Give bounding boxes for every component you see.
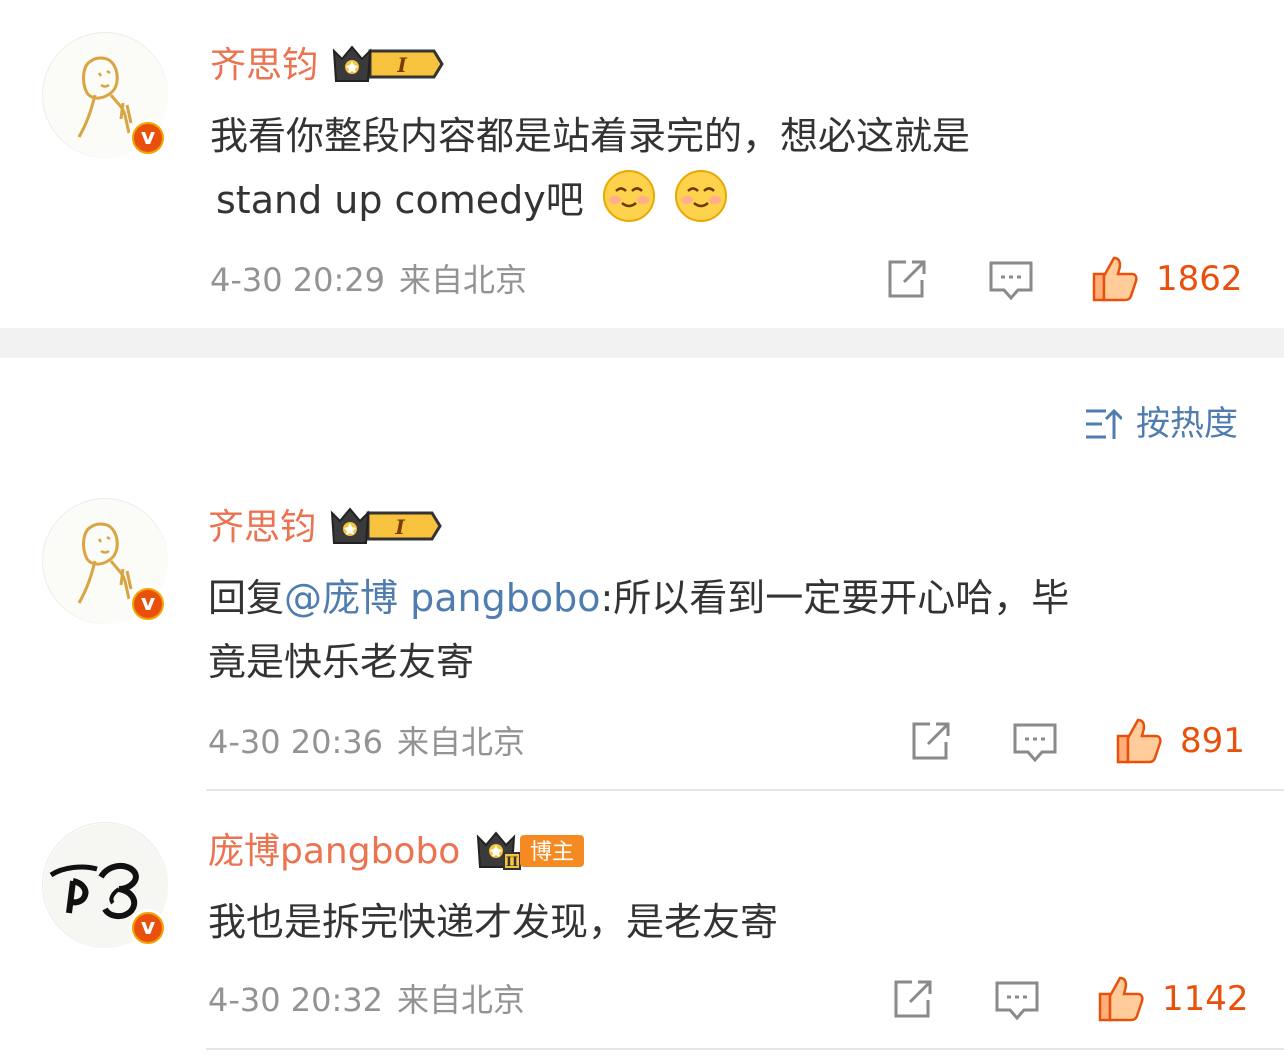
like-count: 1142: [1162, 979, 1249, 1019]
reply-prefix: 回复: [208, 576, 285, 620]
username[interactable]: 齐思钧: [210, 40, 318, 92]
share-icon: [888, 260, 926, 298]
thumbs-up-icon: [1116, 718, 1162, 764]
comment-icon: [1013, 723, 1057, 763]
mention-link[interactable]: @庞博 pangbobo: [284, 576, 600, 620]
verified-badge-icon: v: [129, 909, 167, 947]
user-avatar[interactable]: v: [42, 32, 168, 158]
comment-button[interactable]: [1012, 720, 1058, 764]
comment-text-line: 我看你整段内容都是站着录完的，想必这就是: [210, 114, 971, 158]
like-button[interactable]: 1862: [1090, 254, 1243, 304]
share-icon: [894, 980, 932, 1018]
thumbs-up-icon: [1092, 256, 1138, 302]
membership-crown-icon: I: [328, 503, 442, 553]
comment-text-line: stand up comedy吧: [216, 178, 584, 222]
comment-icon: [989, 261, 1033, 301]
share-button[interactable]: [908, 720, 952, 764]
comment-source: 来自北京: [399, 261, 528, 299]
username[interactable]: 齐思钧: [208, 502, 316, 554]
like-button[interactable]: 891: [1114, 716, 1245, 766]
verified-badge-icon: v: [129, 585, 167, 623]
share-icon: [912, 722, 950, 760]
sort-by-hot-button[interactable]: 按热度: [1084, 402, 1238, 446]
membership-crown-icon: I: [330, 41, 444, 91]
like-count: 891: [1180, 721, 1245, 761]
level-badge-text: I: [394, 515, 405, 539]
divider: [206, 1048, 1284, 1050]
thumbs-up-icon: [1098, 976, 1144, 1022]
comment-button[interactable]: [994, 978, 1040, 1022]
comment-icon: [995, 981, 1039, 1021]
user-avatar[interactable]: v: [42, 822, 168, 948]
comment-time: 4-30 20:29: [210, 261, 386, 299]
comment-text-line: 竟是快乐老友寄: [208, 640, 475, 684]
divider: [206, 789, 1284, 791]
comment-source: 来自北京: [397, 981, 526, 1019]
share-button[interactable]: [884, 258, 928, 302]
comment-time: 4-30 20:32: [208, 981, 384, 1019]
verified-badge-icon: v: [129, 119, 167, 157]
comment-time: 4-30 20:36: [208, 723, 384, 761]
level-badge-text: II: [506, 855, 518, 870]
comment-button[interactable]: [988, 258, 1034, 302]
share-button[interactable]: [890, 978, 934, 1022]
level-badge-text: I: [396, 53, 407, 77]
sort-label: 按热度: [1136, 404, 1238, 444]
smile-emoji-icon: [602, 169, 656, 242]
comment-text-line: 我也是拆完快递才发现，是老友寄: [208, 900, 779, 944]
like-count: 1862: [1156, 259, 1243, 299]
comment-text-line: :所以看到一定要开心哈，毕: [600, 576, 1070, 620]
sort-icon: [1086, 408, 1122, 439]
smile-emoji-icon: [674, 169, 728, 242]
section-separator: [0, 328, 1284, 358]
membership-crown-icon: II 博主: [474, 827, 586, 877]
like-button[interactable]: 1142: [1096, 974, 1249, 1024]
comment-source: 来自北京: [397, 723, 526, 761]
user-avatar[interactable]: v: [42, 498, 168, 624]
username[interactable]: 庞博pangbobo: [208, 826, 460, 878]
blogger-badge-text: 博主: [530, 840, 574, 865]
